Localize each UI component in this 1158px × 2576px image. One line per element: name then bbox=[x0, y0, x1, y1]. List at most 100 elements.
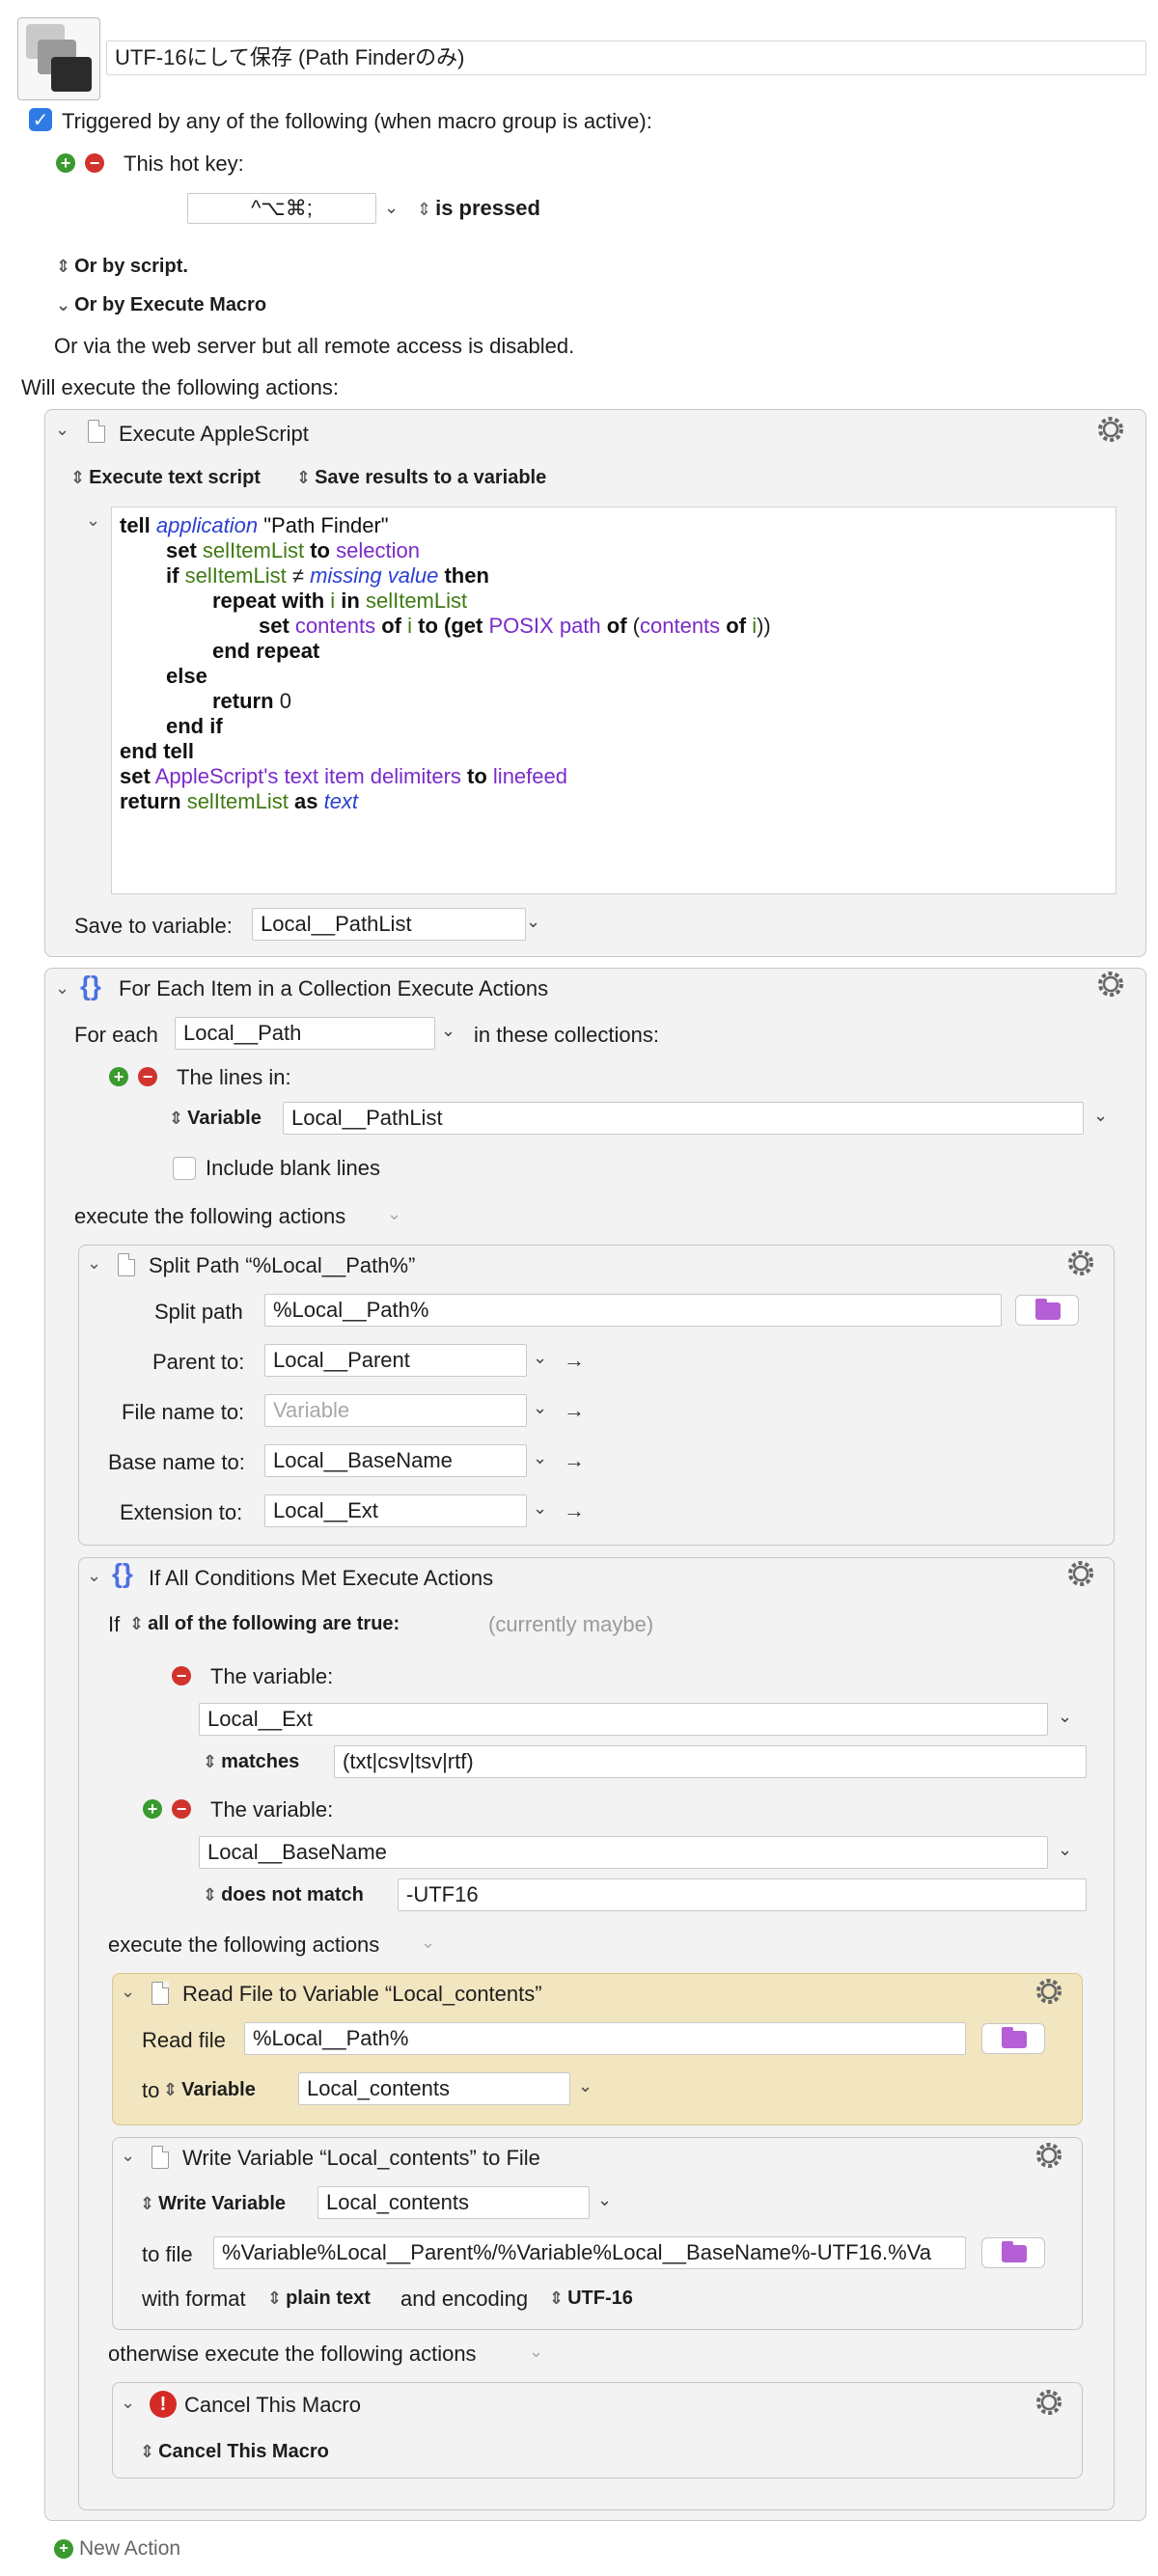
hotkey-chevron-down-icon[interactable]: ⌄ bbox=[384, 198, 399, 218]
cancel-action[interactable]: ⌄ ! Cancel This Macro ⇕ Cancel This Macro bbox=[112, 2382, 1083, 2479]
destination-variable-chevron-icon[interactable]: ⌄ bbox=[578, 2076, 593, 2096]
macro-icon[interactable] bbox=[17, 17, 100, 100]
remove-condition-icon[interactable]: − bbox=[172, 1666, 191, 1685]
basename-chevron-icon[interactable]: ⌄ bbox=[533, 1448, 547, 1468]
add-condition-icon[interactable]: + bbox=[143, 1799, 162, 1819]
foreach-action[interactable]: ⌄ {} For Each Item in a Collection Execu… bbox=[44, 968, 1146, 2521]
script-editor[interactable]: tell application "Path Finder" set selIt… bbox=[111, 507, 1117, 894]
readfile-action[interactable]: ⌄ Read File to Variable “Local_contents”… bbox=[112, 1973, 1083, 2125]
save-results-select[interactable]: ⇕ Save results to a variable bbox=[296, 467, 546, 489]
collapse-chevron-icon[interactable]: ⌄ bbox=[87, 1566, 101, 1586]
script-collapse-icon[interactable]: ⌄ bbox=[86, 510, 100, 531]
condition-operator-select[interactable]: ⇕ matches bbox=[203, 1751, 299, 1773]
encoding-select[interactable]: ⇕ UTF-16 bbox=[549, 2288, 633, 2310]
web-server-note: Or via the web server but all remote acc… bbox=[54, 334, 575, 358]
basename-field[interactable]: Local__BaseName bbox=[264, 1444, 527, 1477]
write-variable-chevron-icon[interactable]: ⌄ bbox=[597, 2190, 612, 2210]
execute-following-chevron-icon[interactable]: ⌄ bbox=[421, 1932, 435, 1953]
script-mode-select[interactable]: ⇕ Execute text script bbox=[70, 467, 261, 489]
destination-type-select[interactable]: ⇕ Variable bbox=[163, 2079, 256, 2101]
gear-icon[interactable] bbox=[1034, 1976, 1064, 2007]
hotkey-field[interactable]: ^⌥⌘; bbox=[187, 193, 376, 224]
split-path-label: Split path bbox=[154, 1300, 243, 1324]
gear-icon[interactable] bbox=[1034, 2387, 1064, 2418]
write-variable-field[interactable]: Local_contents bbox=[317, 2186, 590, 2219]
applescript-action[interactable]: ⌄ Execute AppleScript ⇕ Execute text scri… bbox=[44, 409, 1146, 957]
for-each-chevron-icon[interactable]: ⌄ bbox=[441, 1021, 455, 1041]
collection-variable-chevron-icon[interactable]: ⌄ bbox=[1093, 1106, 1108, 1126]
lines-in-label: The lines in: bbox=[177, 1065, 291, 1089]
extension-field[interactable]: Local__Ext bbox=[264, 1494, 527, 1527]
gear-icon[interactable] bbox=[1095, 969, 1126, 1000]
collapse-chevron-icon[interactable]: ⌄ bbox=[87, 1253, 101, 1274]
folder-button[interactable] bbox=[1015, 1295, 1079, 1326]
condition-variable-field[interactable]: Local__BaseName bbox=[199, 1836, 1048, 1869]
format-select[interactable]: ⇕ plain text bbox=[267, 2288, 371, 2310]
condition-variable-chevron-icon[interactable]: ⌄ bbox=[1058, 1707, 1072, 1727]
otherwise-chevron-icon[interactable]: ⌄ bbox=[529, 2342, 543, 2362]
read-file-field[interactable]: %Local__Path% bbox=[244, 2022, 966, 2055]
add-icon: + bbox=[54, 2539, 73, 2559]
macro-name-field[interactable]: UTF-16にして保存 (Path Finderのみ) bbox=[106, 41, 1146, 75]
hotkey-state-select[interactable]: ⇕ is pressed bbox=[417, 196, 540, 221]
destination-variable-field[interactable]: Local_contents bbox=[298, 2072, 570, 2105]
add-trigger-icon[interactable]: + bbox=[56, 153, 75, 173]
with-format-label: with format bbox=[142, 2287, 246, 2311]
action-title: For Each Item in a Collection Execute Ac… bbox=[119, 976, 549, 1000]
split-path-field[interactable]: %Local__Path% bbox=[264, 1294, 1002, 1327]
filename-field[interactable]: Variable bbox=[264, 1394, 527, 1427]
condition-operator-select[interactable]: ⇕ does not match bbox=[203, 1884, 364, 1906]
collection-variable-field[interactable]: Local__PathList bbox=[283, 1102, 1084, 1135]
remove-collection-icon[interactable]: − bbox=[138, 1067, 157, 1086]
cancel-mode-select[interactable]: ⇕ Cancel This Macro bbox=[140, 2441, 329, 2463]
condition-value-field[interactable]: -UTF16 bbox=[398, 1878, 1087, 1911]
filename-chevron-icon[interactable]: ⌄ bbox=[533, 1398, 547, 1418]
extension-chevron-icon[interactable]: ⌄ bbox=[533, 1498, 547, 1519]
updown-icon: ⇕ bbox=[267, 2288, 283, 2308]
new-action-button[interactable]: + New Action bbox=[54, 2537, 180, 2561]
condition-value-field[interactable]: (txt|csv|tsv|rtf) bbox=[334, 1745, 1087, 1778]
condition-mode-select[interactable]: ⇕ all of the following are true: bbox=[129, 1613, 400, 1635]
document-icon bbox=[152, 2146, 169, 2169]
folder-button[interactable] bbox=[981, 2237, 1045, 2268]
collapse-chevron-icon[interactable]: ⌄ bbox=[121, 1982, 135, 2002]
gear-icon[interactable] bbox=[1095, 414, 1126, 445]
updown-icon: ⇕ bbox=[296, 468, 312, 487]
condition-variable-label: The variable: bbox=[210, 1797, 334, 1822]
remove-trigger-icon[interactable]: − bbox=[85, 153, 104, 173]
parent-field[interactable]: Local__Parent bbox=[264, 1344, 527, 1377]
collection-type-select[interactable]: ⇕ Variable bbox=[169, 1108, 262, 1130]
stop-icon: ! bbox=[150, 2391, 177, 2418]
for-each-variable-field[interactable]: Local__Path bbox=[175, 1017, 435, 1050]
updown-icon: ⇕ bbox=[549, 2288, 565, 2308]
or-by-script-toggle[interactable]: ⇕ Or by script. bbox=[56, 256, 188, 278]
updown-icon: ⇕ bbox=[169, 1109, 184, 1128]
to-file-label: to file bbox=[142, 2242, 193, 2266]
splitpath-action[interactable]: ⌄ Split Path “%Local__Path%” Split path … bbox=[78, 1245, 1115, 1546]
collapse-chevron-icon[interactable]: ⌄ bbox=[121, 2146, 135, 2166]
updown-icon: ⇕ bbox=[417, 200, 432, 219]
to-file-field[interactable]: %Variable%Local__Parent%/%Variable%Local… bbox=[213, 2236, 966, 2269]
write-source-select[interactable]: ⇕ Write Variable bbox=[140, 2193, 286, 2215]
writevar-action[interactable]: ⌄ Write Variable “Local_contents” to Fil… bbox=[112, 2137, 1083, 2330]
collapse-chevron-icon[interactable]: ⌄ bbox=[55, 978, 69, 999]
gear-icon[interactable] bbox=[1065, 1247, 1096, 1278]
condition-variable-field[interactable]: Local__Ext bbox=[199, 1703, 1048, 1736]
parent-chevron-icon[interactable]: ⌄ bbox=[533, 1348, 547, 1368]
folder-button[interactable] bbox=[981, 2023, 1045, 2054]
triggered-checkbox[interactable]: ✓ bbox=[29, 108, 52, 131]
save-to-variable-field[interactable]: Local__PathList bbox=[252, 908, 526, 941]
collapse-chevron-icon[interactable]: ⌄ bbox=[121, 2393, 135, 2413]
save-variable-chevron-icon[interactable]: ⌄ bbox=[526, 912, 540, 932]
add-collection-icon[interactable]: + bbox=[109, 1067, 128, 1086]
collapse-chevron-icon[interactable]: ⌄ bbox=[55, 420, 69, 440]
ifall-action[interactable]: ⌄ {} If All Conditions Met Execute Actio… bbox=[78, 1557, 1115, 2510]
updown-icon: ⇕ bbox=[129, 1614, 145, 1633]
gear-icon[interactable] bbox=[1034, 2140, 1064, 2171]
remove-condition-icon[interactable]: − bbox=[172, 1799, 191, 1819]
include-blank-checkbox[interactable] bbox=[173, 1157, 196, 1180]
execute-following-chevron-icon[interactable]: ⌄ bbox=[387, 1204, 401, 1224]
gear-icon[interactable] bbox=[1065, 1558, 1096, 1589]
condition-variable-chevron-icon[interactable]: ⌄ bbox=[1058, 1840, 1072, 1860]
or-by-execute-macro-toggle[interactable]: ⌄ Or by Execute Macro bbox=[56, 294, 266, 316]
